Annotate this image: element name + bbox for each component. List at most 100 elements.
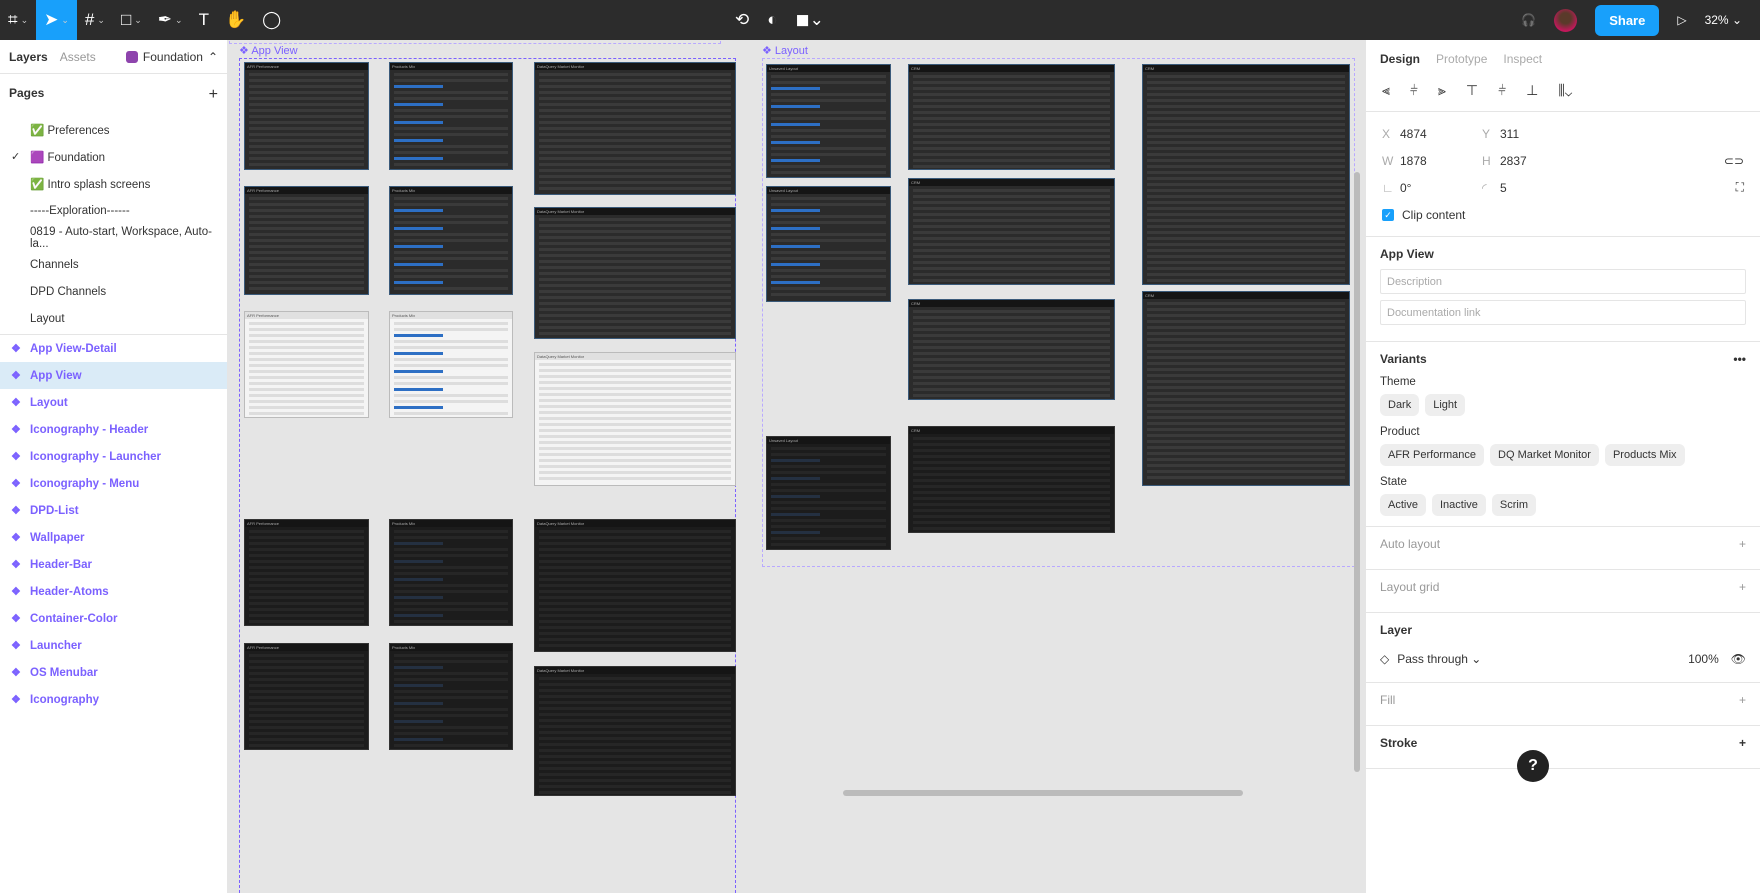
- align-top-icon[interactable]: ⊤: [1466, 82, 1478, 103]
- boolean-icon[interactable]: ◼⌄: [796, 10, 824, 30]
- help-button[interactable]: ?: [1517, 750, 1549, 782]
- canvas[interactable]: ❖ App View ❖ Layout AFR Performance AFR P…: [229, 40, 1365, 893]
- main-menu-button[interactable]: ⌗ ⌄: [0, 0, 36, 40]
- variant-chip[interactable]: DQ Market Monitor: [1490, 444, 1599, 466]
- component-swap-icon[interactable]: ⟲: [735, 10, 749, 30]
- thumbnail-frame[interactable]: CRM: [908, 64, 1115, 170]
- thumbnail-frame[interactable]: CRM: [1142, 291, 1350, 486]
- tab-assets[interactable]: Assets: [60, 50, 96, 64]
- layer-item[interactable]: ❖ Launcher: [0, 632, 227, 659]
- thumbnail-frame[interactable]: AFR Performance: [244, 643, 369, 750]
- layer-item[interactable]: ❖ App View: [0, 362, 227, 389]
- layer-item[interactable]: ❖ App View-Detail: [0, 335, 227, 362]
- tab-prototype[interactable]: Prototype: [1436, 52, 1487, 66]
- variant-chip[interactable]: Products Mix: [1604, 444, 1685, 466]
- layer-item[interactable]: ❖ Container-Color: [0, 605, 227, 632]
- pen-tool[interactable]: ✒ ⌄: [150, 0, 191, 40]
- avatar[interactable]: [1554, 8, 1578, 32]
- layer-item[interactable]: ❖ Layout: [0, 389, 227, 416]
- page-item[interactable]: 0819 - Auto-start, Workspace, Auto-la...: [0, 224, 227, 251]
- thumbnail-frame[interactable]: DataQuery Market Monitor: [534, 207, 736, 339]
- width-field[interactable]: 1878: [1400, 154, 1464, 168]
- vertical-scrollbar[interactable]: [1354, 172, 1360, 772]
- page-item[interactable]: ✅ Preferences: [0, 116, 227, 143]
- thumbnail-frame[interactable]: Products Mix: [389, 186, 513, 295]
- y-field[interactable]: 311: [1500, 127, 1564, 141]
- x-field[interactable]: 4874: [1400, 127, 1464, 141]
- thumbnail-frame[interactable]: DataQuery Market Monitor: [534, 519, 736, 652]
- move-tool[interactable]: ➤ ⌄: [36, 0, 77, 40]
- rotation-field[interactable]: 0°: [1400, 181, 1464, 195]
- thumbnail-frame[interactable]: Products Mix: [389, 519, 513, 626]
- thumbnail-frame[interactable]: Unsaved Layout: [766, 186, 891, 302]
- tab-inspect[interactable]: Inspect: [1503, 52, 1542, 66]
- variant-chip[interactable]: Dark: [1380, 394, 1420, 416]
- share-button[interactable]: Share: [1595, 4, 1660, 36]
- thumbnail-frame[interactable]: AFR Performance: [244, 62, 369, 170]
- thumbnail-frame[interactable]: Unsaved Layout: [766, 436, 891, 550]
- add-stroke-icon[interactable]: +: [1739, 736, 1746, 750]
- clip-content-checkbox[interactable]: ✓: [1382, 208, 1394, 221]
- layer-item[interactable]: ❖ Header-Bar: [0, 551, 227, 578]
- thumbnail-frame[interactable]: CRM: [908, 178, 1115, 285]
- page-item[interactable]: DPD Channels: [0, 278, 227, 305]
- page-selector[interactable]: Foundation ⌃: [125, 50, 218, 64]
- page-item[interactable]: -----Exploration------: [0, 197, 227, 224]
- page-item[interactable]: ✅ Intro splash screens: [0, 170, 227, 197]
- distribute-icon[interactable]: ⫼⌄: [1558, 82, 1572, 103]
- thumbnail-frame[interactable]: Products Mix: [389, 311, 513, 418]
- layer-item[interactable]: ❖ Iconography - Menu: [0, 470, 227, 497]
- variant-chip[interactable]: Scrim: [1491, 494, 1536, 516]
- layer-item[interactable]: ❖ Iconography: [0, 686, 227, 713]
- present-icon[interactable]: ▷: [1677, 13, 1686, 27]
- more-icon[interactable]: •••: [1733, 352, 1746, 366]
- frame-label-layout[interactable]: ❖ Layout: [762, 44, 808, 57]
- add-layout-grid-icon[interactable]: +: [1739, 580, 1746, 594]
- thumbnail-frame[interactable]: CRM: [1142, 64, 1350, 285]
- thumbnail-frame[interactable]: AFR Performance: [244, 186, 369, 295]
- align-left-icon[interactable]: ⫷: [1382, 82, 1390, 103]
- add-fill-icon[interactable]: +: [1739, 693, 1746, 707]
- layer-item[interactable]: ❖ OS Menubar: [0, 659, 227, 686]
- page-item[interactable]: ✓ 🟪 Foundation: [0, 143, 227, 170]
- horizontal-scrollbar[interactable]: [843, 790, 1243, 796]
- add-page-icon[interactable]: +: [209, 86, 218, 104]
- variant-chip[interactable]: Active: [1380, 494, 1426, 516]
- shape-tool[interactable]: □ ⌄: [113, 0, 150, 40]
- contrast-icon[interactable]: ◐: [767, 10, 777, 30]
- blend-mode-dropdown[interactable]: Pass through ⌄: [1397, 652, 1481, 666]
- thumbnail-frame[interactable]: AFR Performance: [244, 519, 369, 626]
- thumbnail-frame[interactable]: DataQuery Market Monitor: [534, 62, 736, 195]
- radius-field[interactable]: 5: [1500, 181, 1564, 195]
- align-bottom-icon[interactable]: ⊥: [1526, 82, 1538, 103]
- headphones-icon[interactable]: 🎧: [1521, 13, 1536, 27]
- thumbnail-frame[interactable]: DataQuery Market Monitor: [534, 352, 736, 486]
- eye-icon[interactable]: 👁: [1731, 652, 1746, 666]
- page-item[interactable]: Channels: [0, 251, 227, 278]
- tab-design[interactable]: Design: [1380, 52, 1420, 66]
- layer-item[interactable]: ❖ Wallpaper: [0, 524, 227, 551]
- thumbnail-frame[interactable]: CRM: [908, 426, 1115, 533]
- thumbnail-frame[interactable]: Unsaved Layout: [766, 64, 891, 178]
- description-input[interactable]: Description: [1380, 269, 1746, 294]
- align-middle-icon[interactable]: ⫩: [1498, 82, 1506, 103]
- text-tool[interactable]: T: [191, 0, 217, 40]
- thumbnail-frame[interactable]: DataQuery Market Monitor: [534, 666, 736, 796]
- thumbnail-frame[interactable]: Products Mix: [389, 62, 513, 170]
- thumbnail-frame[interactable]: Products Mix: [389, 643, 513, 750]
- independent-corners-icon[interactable]: ⛶: [1736, 180, 1744, 195]
- thumbnail-frame[interactable]: CRM: [908, 299, 1115, 400]
- align-center-h-icon[interactable]: ⫩: [1410, 82, 1418, 103]
- frame-label-app-view[interactable]: ❖ App View: [239, 44, 298, 57]
- constrain-proportions-icon[interactable]: ⊂⊃: [1724, 154, 1744, 168]
- hand-tool[interactable]: ✋: [217, 0, 254, 40]
- layer-item[interactable]: ❖ Header-Atoms: [0, 578, 227, 605]
- variant-chip[interactable]: Light: [1425, 394, 1466, 416]
- zoom-dropdown[interactable]: 32% ⌄: [1705, 13, 1742, 27]
- variant-chip[interactable]: Inactive: [1431, 494, 1486, 516]
- add-auto-layout-icon[interactable]: +: [1739, 537, 1746, 551]
- height-field[interactable]: 2837: [1500, 154, 1564, 168]
- page-item[interactable]: Layout: [0, 305, 227, 332]
- frame-tool[interactable]: # ⌄: [77, 0, 113, 40]
- tab-layers[interactable]: Layers: [9, 50, 48, 64]
